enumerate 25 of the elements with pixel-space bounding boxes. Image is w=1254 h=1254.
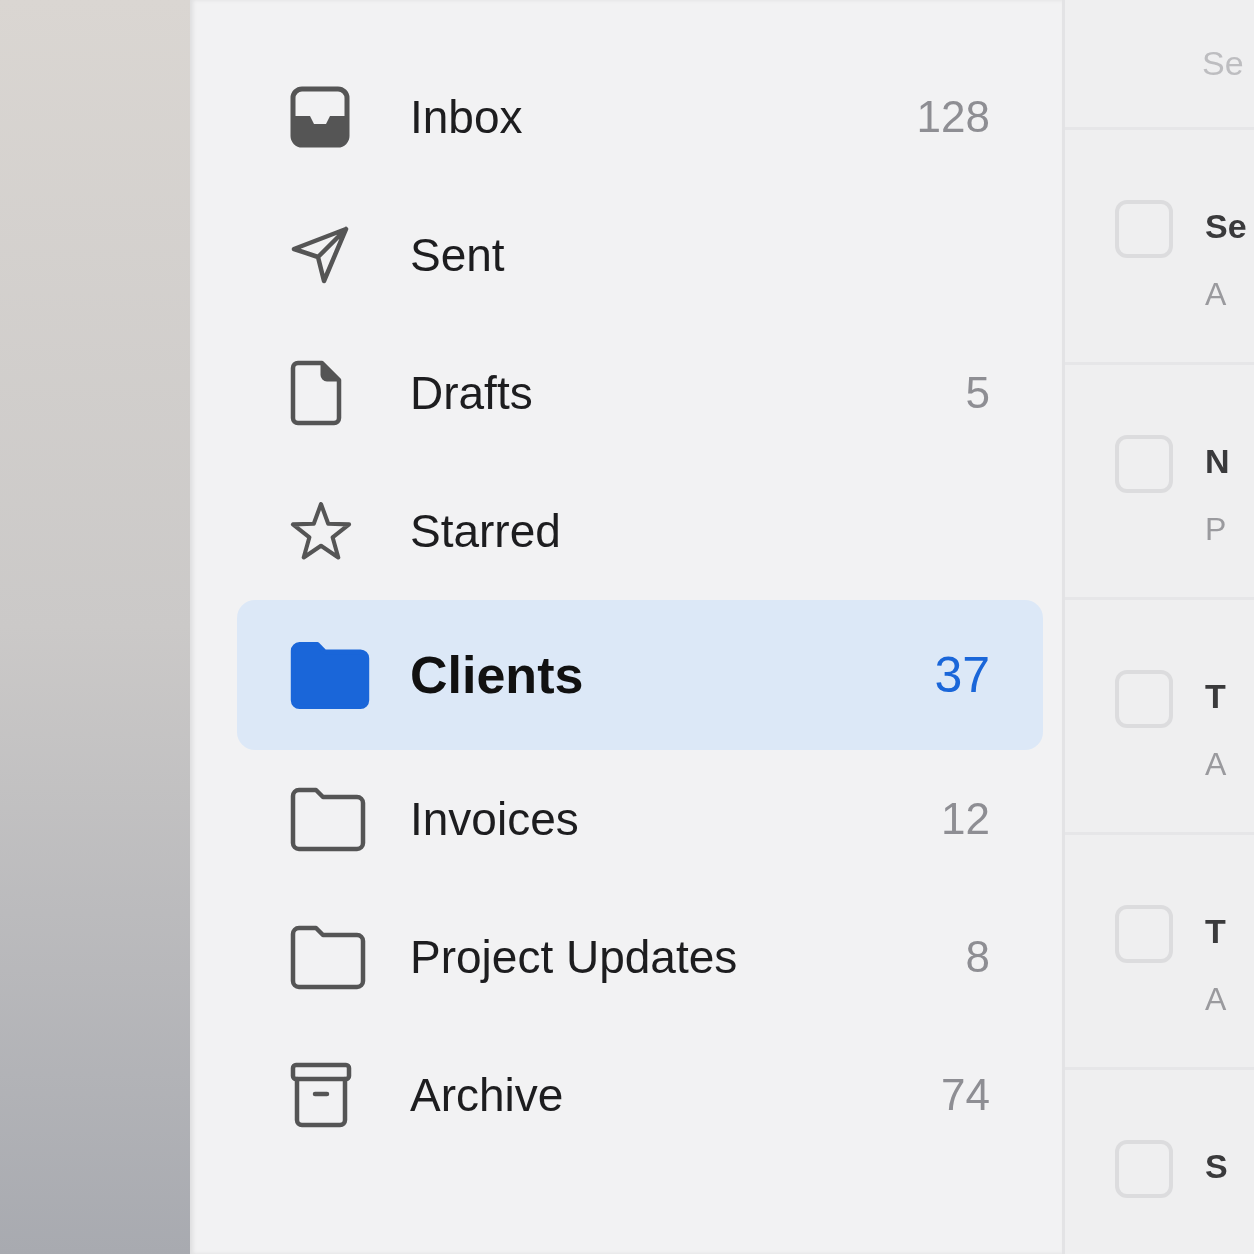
message-title: T xyxy=(1205,911,1227,952)
message-title: Se xyxy=(1205,206,1247,247)
star-icon xyxy=(290,502,352,560)
sidebar-item[interactable]: Inbox 128 xyxy=(237,48,1043,186)
document-icon xyxy=(290,360,342,426)
sidebar-item[interactable]: Clients 37 xyxy=(237,600,1043,750)
tray-icon xyxy=(290,86,350,148)
sidebar-item[interactable]: Sent xyxy=(237,186,1043,324)
message-snippet: A xyxy=(1205,745,1227,784)
folder-icon xyxy=(290,640,370,710)
sidebar-item[interactable]: Invoices 12 xyxy=(237,750,1043,888)
message-title: S xyxy=(1205,1146,1228,1187)
sidebar-item[interactable]: Drafts 5 xyxy=(237,324,1043,462)
sidebar-item[interactable]: Starred xyxy=(237,462,1043,600)
sidebar-item[interactable]: Archive 74 xyxy=(237,1026,1043,1164)
sidebar-item[interactable]: Project Updates 8 xyxy=(237,888,1043,1026)
archive-box-icon xyxy=(290,1062,352,1128)
message-snippet: A xyxy=(1205,275,1228,314)
message-title: N xyxy=(1205,441,1230,482)
message-snippet: A xyxy=(1205,980,1227,1019)
folder-icon xyxy=(290,924,366,990)
folder-icon xyxy=(290,786,366,852)
message-snippet: P xyxy=(1205,510,1228,549)
paper-plane-icon xyxy=(290,225,350,285)
message-title: T xyxy=(1205,676,1227,717)
